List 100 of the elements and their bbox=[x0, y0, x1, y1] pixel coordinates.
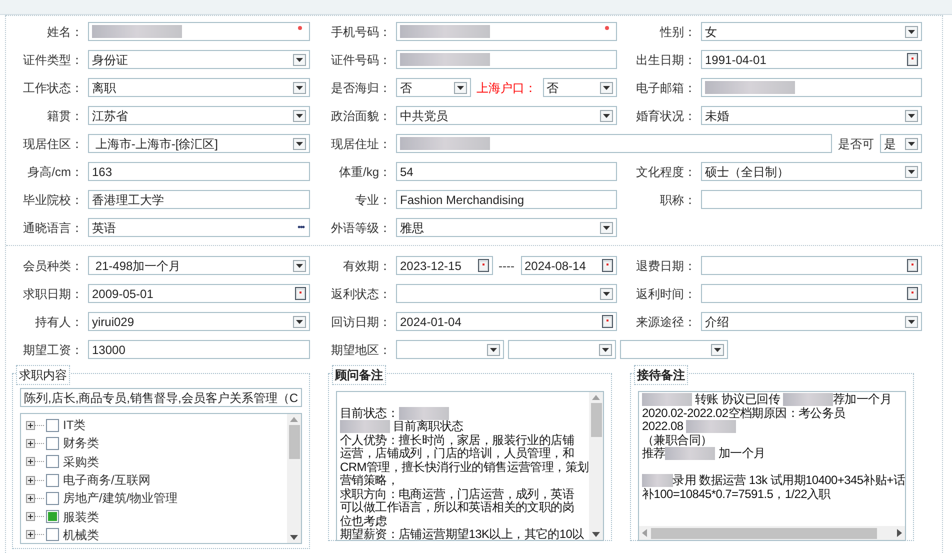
expand-icon[interactable] bbox=[26, 494, 35, 503]
dropdown-icon[interactable] bbox=[599, 344, 612, 356]
date-field[interactable]: 2024-08-14 bbox=[520, 256, 618, 275]
dropdown-field[interactable] bbox=[508, 340, 616, 359]
dropdown-field[interactable]: 否 bbox=[396, 78, 470, 97]
dropdown-icon[interactable] bbox=[905, 110, 918, 122]
input-field[interactable]: 54 bbox=[396, 162, 617, 181]
scroll-right-icon[interactable] bbox=[897, 529, 902, 537]
input-field[interactable]: 13000 bbox=[88, 340, 310, 359]
calendar-icon[interactable] bbox=[602, 315, 613, 328]
checkbox[interactable] bbox=[46, 492, 59, 505]
scroll-thumb[interactable] bbox=[288, 425, 300, 459]
dropdown-icon[interactable] bbox=[293, 54, 306, 66]
calendar-icon[interactable] bbox=[602, 259, 614, 272]
scroll-thumb[interactable] bbox=[590, 403, 602, 437]
dropdown-field[interactable]: 身份证 bbox=[88, 50, 310, 69]
tree-item[interactable]: IT类 bbox=[63, 416, 86, 434]
checkbox[interactable] bbox=[46, 528, 59, 542]
input-field[interactable] bbox=[396, 22, 617, 41]
dropdown-icon[interactable] bbox=[600, 222, 613, 234]
tree-item[interactable]: 采购类 bbox=[63, 452, 99, 471]
dropdown-icon[interactable] bbox=[293, 316, 306, 328]
calendar-icon[interactable] bbox=[907, 287, 918, 300]
notes-textarea[interactable]: 转账 协议已回传 荐加一个月 2020.02-2022.02空档期原因：考公务员 2022.08 （兼职合同） 推荐 加一个月 录用 数据运营 13k 试用期10400+345补贴+话 补100=10845*0.7=7591.5，1/22入职 bbox=[638, 391, 906, 541]
dropdown-field[interactable]: 未婚 bbox=[701, 106, 922, 125]
dropdown-field[interactable]: 否 bbox=[542, 78, 617, 97]
field-label: 退费日期： bbox=[635, 258, 696, 274]
dropdown-field[interactable]: 离职 bbox=[88, 78, 310, 97]
input-field[interactable] bbox=[701, 78, 922, 97]
tree-item[interactable]: 机械类 bbox=[63, 526, 99, 543]
date-field[interactable]: 2024-01-04 bbox=[396, 312, 617, 331]
input-field[interactable]: Fashion Merchandising bbox=[396, 190, 617, 209]
dropdown-field[interactable] bbox=[396, 340, 504, 359]
tree-item[interactable]: 电子商务/互联网 bbox=[63, 471, 150, 490]
dropdown-icon[interactable] bbox=[600, 110, 613, 122]
dropdown-field[interactable]: 雅思 bbox=[396, 218, 617, 237]
scroll-down-icon[interactable] bbox=[592, 532, 600, 537]
checkbox[interactable] bbox=[46, 510, 59, 524]
dropdown-field[interactable]: 中共党员 bbox=[396, 106, 617, 125]
more-button[interactable]: ••• bbox=[298, 220, 306, 234]
checkbox[interactable] bbox=[46, 455, 59, 468]
dropdown-icon[interactable] bbox=[600, 288, 613, 300]
dropdown-icon[interactable] bbox=[487, 344, 500, 356]
input-field[interactable]: 陈列,店长,商品专员,销售督导,会员客户关系管理（C bbox=[20, 388, 302, 407]
checkbox[interactable] bbox=[46, 474, 59, 487]
dropdown-icon[interactable] bbox=[905, 138, 918, 150]
date-field[interactable]: 2009-05-01 bbox=[88, 284, 310, 303]
input-field[interactable] bbox=[396, 50, 617, 69]
dropdown-icon[interactable] bbox=[905, 166, 918, 178]
input-field[interactable] bbox=[88, 22, 310, 41]
dropdown-field[interactable]: 上海市-上海市-[徐汇区] bbox=[88, 134, 310, 153]
scroll-down-icon[interactable] bbox=[290, 535, 298, 540]
date-field[interactable] bbox=[701, 256, 922, 275]
date-field[interactable]: 1991-04-01 bbox=[701, 50, 922, 69]
expand-icon[interactable] bbox=[26, 420, 35, 430]
date-field[interactable] bbox=[701, 284, 922, 303]
input-field[interactable]: 163 bbox=[88, 162, 310, 181]
tree-item[interactable]: 服装类 bbox=[63, 508, 99, 526]
dropdown-field[interactable] bbox=[396, 284, 617, 303]
scrollbar[interactable] bbox=[589, 392, 603, 540]
tree-item[interactable]: 房地产/建筑/物业管理 bbox=[63, 489, 178, 508]
dropdown-icon[interactable] bbox=[600, 82, 613, 94]
notes-textarea[interactable]: 目前状态： 目前离职状态 个人优势：擅长时尚，家居，服装行业的店铺 运营，店铺成列，门店的培训，人员管理，和 CRM管理，擅长快消行业的销售运营管理，策划 营销策略， 求职方向：电商运营，门店运营，成列，英语 可以做工作语言，所以和英语相关的文职的岗 位也考虑 期望薪资：店铺运营期望13K以上，其它的10以 bbox=[336, 391, 604, 541]
expand-icon[interactable] bbox=[26, 512, 35, 522]
dropdown-icon[interactable] bbox=[293, 138, 306, 150]
checkbox[interactable] bbox=[46, 436, 59, 450]
scrollbar[interactable] bbox=[639, 526, 905, 540]
checkbox[interactable] bbox=[46, 418, 59, 432]
dropdown-field[interactable]: 女 bbox=[701, 22, 922, 41]
dropdown-icon[interactable] bbox=[711, 344, 724, 356]
input-field[interactable]: 香港理工大学 bbox=[88, 190, 310, 209]
dropdown-icon[interactable] bbox=[293, 110, 306, 122]
scroll-thumb[interactable] bbox=[651, 528, 877, 538]
dropdown-field[interactable]: 江苏省 bbox=[88, 106, 310, 125]
dropdown-icon[interactable] bbox=[905, 316, 918, 328]
dropdown-field[interactable]: 介绍 bbox=[701, 312, 922, 331]
scrollbar[interactable] bbox=[287, 414, 301, 543]
calendar-icon[interactable] bbox=[907, 259, 918, 272]
date-field[interactable]: 2023-12-15 bbox=[396, 256, 493, 275]
expand-icon[interactable] bbox=[26, 438, 35, 448]
dropdown-field[interactable]: 硕士（全日制） bbox=[701, 162, 922, 181]
input-field[interactable] bbox=[396, 134, 832, 153]
dropdown-icon[interactable] bbox=[454, 82, 466, 94]
dropdown-field[interactable]: 是 bbox=[880, 134, 922, 153]
dropdown-field[interactable]: yirui029 bbox=[88, 312, 310, 331]
dropdown-icon[interactable] bbox=[293, 260, 306, 272]
field-label: 体重/kg： bbox=[338, 164, 391, 180]
expand-icon[interactable] bbox=[26, 530, 35, 540]
calendar-icon[interactable] bbox=[295, 287, 306, 300]
dropdown-icon[interactable] bbox=[293, 82, 306, 94]
calendar-icon[interactable] bbox=[478, 259, 489, 272]
tree-item[interactable]: 财务类 bbox=[63, 434, 99, 452]
dropdown-field[interactable] bbox=[620, 340, 728, 359]
calendar-icon[interactable] bbox=[907, 53, 918, 66]
expand-icon[interactable] bbox=[26, 457, 35, 466]
dropdown-icon[interactable] bbox=[905, 26, 918, 38]
expand-icon[interactable] bbox=[26, 476, 35, 485]
input-field[interactable] bbox=[701, 190, 922, 209]
dropdown-field[interactable]: 21-498加一个月 bbox=[88, 256, 310, 275]
input-field[interactable]: 英语 ••• bbox=[88, 218, 310, 237]
